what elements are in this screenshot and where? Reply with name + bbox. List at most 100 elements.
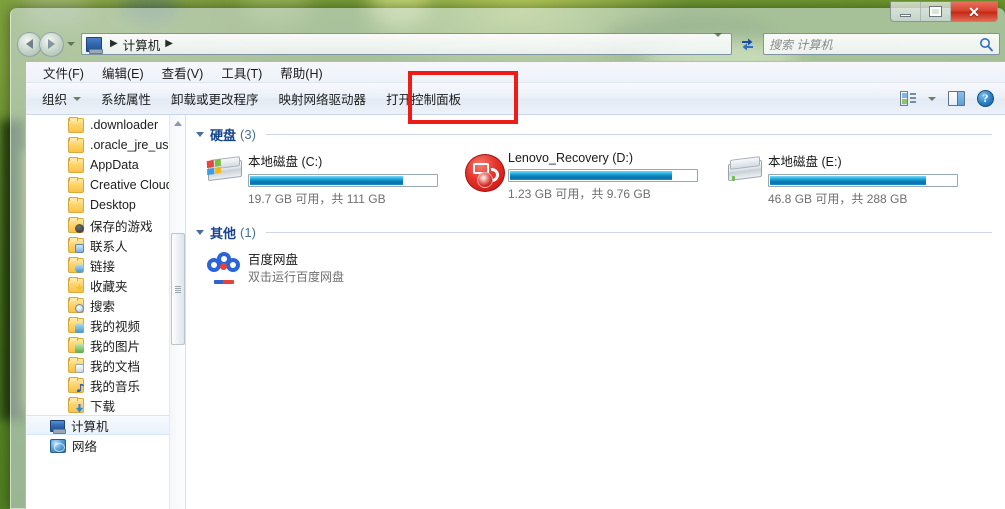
refresh-button[interactable] [735, 33, 759, 55]
menu-file[interactable]: 文件(F) [34, 61, 93, 84]
open-control-panel-button[interactable]: 打开控制面板 [376, 85, 471, 112]
scrollbar-thumb[interactable] [171, 233, 185, 345]
title-bar: ✕ [11, 0, 1005, 27]
folder-icon [68, 216, 84, 233]
drive-tile[interactable]: Lenovo_Recovery (D:) 1.23 GB 可用，共 9.76 GB [462, 150, 722, 207]
grip-icon [175, 285, 181, 293]
group-divider [265, 232, 992, 233]
group-header: 硬盘 (3) [186, 123, 1005, 146]
change-view-button[interactable] [894, 88, 922, 109]
chevron-down-icon [73, 96, 82, 101]
badge-video-icon [75, 323, 84, 333]
nav-tree-item[interactable]: 我的音乐 [26, 375, 185, 395]
organize-label: 组织 [42, 93, 68, 107]
address-dropdown-button[interactable] [707, 33, 729, 51]
chevron-down-icon [67, 42, 75, 46]
map-network-drive-button[interactable]: 映射网络驱动器 [269, 85, 377, 112]
organize-button[interactable]: 组织 [32, 85, 91, 112]
help-icon: ? [977, 90, 994, 107]
tile-name: 本地磁盘 (C:) [248, 155, 323, 169]
nav-tree-item-label: 保存的游戏 [90, 219, 153, 234]
preview-pane-icon [948, 91, 965, 106]
nav-tree-item[interactable]: 我的视频 [26, 315, 185, 335]
badge-doc-icon [75, 363, 84, 373]
menu-edit[interactable]: 编辑(E) [93, 61, 153, 84]
menu-view[interactable]: 查看(V) [153, 61, 213, 84]
drive-tile[interactable]: 本地磁盘 (C:) 19.7 GB 可用，共 111 GB [202, 150, 462, 207]
menu-help[interactable]: 帮助(H) [271, 61, 331, 84]
nav-tree-item[interactable]: 我的文档 [26, 355, 185, 375]
tile-name: 本地磁盘 (E:) [768, 155, 842, 169]
nav-tree-item[interactable]: 下载 [26, 395, 185, 415]
nav-tree-item[interactable]: AppData [26, 155, 185, 175]
item-tile[interactable]: 百度网盘 双击运行百度网盘 [202, 248, 462, 285]
preview-pane-button[interactable] [942, 88, 971, 109]
chevron-up-icon [174, 121, 182, 126]
folder-icon [68, 116, 84, 133]
nav-tree-item-label: .downloader [90, 118, 159, 132]
tile-body: 本地磁盘 (E:) 46.8 GB 可用，共 288 GB [768, 150, 982, 207]
command-bar: 组织 系统属性 卸载或更改程序 映射网络驱动器 打开控制面板 ? [26, 83, 1005, 115]
address-bar[interactable]: ▶ 计算机 ▶ [81, 33, 732, 55]
window-controls: ✕ [890, 1, 998, 22]
collapse-caret-icon[interactable] [196, 132, 204, 137]
collapse-caret-icon[interactable] [196, 230, 204, 235]
history-dropdown-button[interactable] [65, 33, 77, 55]
chevron-down-icon [714, 33, 722, 51]
nav-tree-item-label: 收藏夹 [90, 279, 128, 294]
folder-icon [68, 156, 84, 173]
nav-tree-root-computer[interactable]: 计算机 [26, 415, 185, 435]
client-area: 文件(F) 编辑(E) 查看(V) 工具(T) 帮助(H) 组织 系统属性 卸载… [25, 61, 1005, 509]
tile-icon [462, 150, 508, 207]
search-box[interactable]: 搜索 计算机 [763, 33, 1000, 55]
nav-tree-root-network[interactable]: 网络 [26, 435, 185, 455]
nav-tree-item[interactable]: Desktop [26, 195, 185, 215]
folder-icon [68, 396, 84, 413]
breadcrumb-separator-icon[interactable]: ▶ [165, 39, 173, 49]
forward-arrow-icon [48, 39, 55, 49]
nav-tree-item-label: 我的文档 [90, 359, 141, 374]
close-button[interactable]: ✕ [951, 2, 997, 21]
recovery-drive-icon [465, 154, 505, 192]
menu-tools[interactable]: 工具(T) [212, 61, 271, 84]
tile-name: Lenovo_Recovery (D:) [508, 151, 634, 165]
nav-tree-item-label: Desktop [90, 198, 136, 212]
folder-icon [68, 336, 84, 353]
nav-tree-item[interactable]: 保存的游戏 [26, 215, 185, 235]
close-icon: ✕ [968, 3, 980, 20]
tile-body: Lenovo_Recovery (D:) 1.23 GB 可用，共 9.76 GB [508, 150, 722, 207]
system-properties-button[interactable]: 系统属性 [91, 85, 161, 112]
nav-tree-item[interactable]: 收藏夹 [26, 275, 185, 295]
nav-tree-item[interactable]: .oracle_jre_usa [26, 135, 185, 155]
nav-tree-item[interactable]: Creative Cloud [26, 175, 185, 195]
maximize-button[interactable] [921, 2, 951, 21]
folder-icon [68, 356, 84, 373]
nav-tree-item-label: 下载 [90, 399, 116, 414]
navigation-scrollbar[interactable] [169, 115, 185, 509]
system-drive-icon [206, 154, 244, 184]
nav-tree-item[interactable]: 搜索 [26, 295, 185, 315]
nav-tree-item[interactable]: 链接 [26, 255, 185, 275]
search-input[interactable]: 搜索 计算机 [769, 36, 979, 53]
minimize-button[interactable] [891, 2, 921, 21]
scroll-up-button[interactable] [170, 115, 185, 132]
nav-tree-item-label: .oracle_jre_usa [90, 138, 176, 152]
explorer-window: ✕ ▶ 计算机 ▶ 搜索 计算机 文件(F) 编辑(E) 查看(V) 工具(T)… [10, 1, 1005, 509]
nav-tree-item-label: 我的音乐 [90, 379, 141, 394]
help-button[interactable]: ? [971, 87, 1000, 110]
drive-tile[interactable]: 本地磁盘 (E:) 46.8 GB 可用，共 288 GB [722, 150, 982, 207]
tile-subtext: 46.8 GB 可用，共 288 GB [768, 192, 908, 206]
view-dropdown-button[interactable] [922, 94, 942, 104]
nav-tree-item[interactable]: 联系人 [26, 235, 185, 255]
tile-subtext: 双击运行百度网盘 [248, 270, 345, 284]
navigation-pane: .downloader .oracle_jre_usa AppData Creativ… [26, 115, 186, 509]
breadcrumb-separator-icon[interactable]: ▶ [110, 39, 118, 49]
uninstall-change-program-button[interactable]: 卸载或更改程序 [161, 85, 269, 112]
folder-icon [68, 296, 84, 313]
forward-button[interactable] [39, 31, 64, 57]
nav-tree-item[interactable]: 我的图片 [26, 335, 185, 355]
nav-tree-item[interactable]: .downloader [26, 115, 185, 135]
breadcrumb-item-computer[interactable]: 计算机 [123, 35, 161, 54]
window-body: .downloader .oracle_jre_usa AppData Creativ… [26, 115, 1005, 509]
